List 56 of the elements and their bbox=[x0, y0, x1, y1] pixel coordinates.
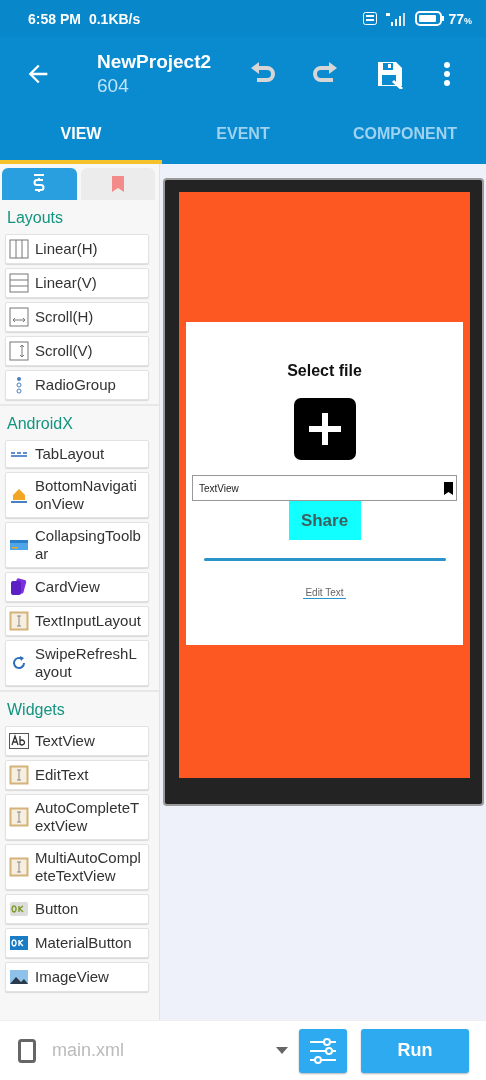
project-subtitle: 604 bbox=[97, 74, 130, 97]
section-heading: Layouts bbox=[6, 208, 65, 228]
image-icon bbox=[9, 967, 29, 987]
text-field-icon bbox=[9, 857, 29, 877]
status-time: 6:58 PM bbox=[28, 10, 81, 27]
palette-item[interactable]: CardView bbox=[5, 572, 149, 602]
columns-icon bbox=[9, 239, 29, 259]
project-title: NewProject2 bbox=[97, 50, 213, 73]
sliders-icon bbox=[308, 1036, 338, 1065]
palette-item[interactable]: Button bbox=[5, 894, 149, 924]
palette-item[interactable]: TextView bbox=[5, 726, 149, 756]
more-options-icon[interactable] bbox=[443, 60, 451, 87]
palette-item[interactable]: EditText bbox=[5, 760, 149, 790]
button-icon bbox=[9, 899, 29, 919]
palette-item[interactable]: CollapsingToolbar bbox=[5, 522, 149, 568]
palette-item[interactable]: RadioGroup bbox=[5, 370, 149, 400]
text-view-icon bbox=[9, 731, 29, 751]
bookmark-icon bbox=[444, 481, 453, 495]
settings-button[interactable] bbox=[299, 1028, 347, 1073]
rows-icon bbox=[9, 273, 29, 293]
palette-item[interactable]: TextInputLayout bbox=[5, 606, 149, 636]
palette-item[interactable]: BottomNavigationView bbox=[5, 472, 149, 518]
text-field-icon bbox=[9, 765, 29, 785]
screen-title: Select file bbox=[287, 362, 362, 380]
battery-level: 77% bbox=[448, 10, 472, 27]
text-field-icon bbox=[9, 807, 29, 827]
palette-item[interactable]: Scroll(H) bbox=[5, 302, 149, 332]
network-speed: 0.1KB/s bbox=[88, 10, 141, 27]
text-field-icon bbox=[9, 611, 29, 631]
tab-icon bbox=[10, 450, 28, 458]
palette-item[interactable]: TabLayout bbox=[5, 440, 149, 468]
horizontal-scroll-icon bbox=[9, 307, 29, 327]
section-heading: Widgets bbox=[6, 700, 66, 720]
section-heading: AndroidX bbox=[6, 414, 74, 434]
palette-item[interactable]: MultiAutoCompleteTextView bbox=[5, 844, 149, 890]
palette-item[interactable]: Linear(H) bbox=[5, 234, 149, 264]
bookmark-icon bbox=[111, 176, 124, 192]
battery-icon bbox=[415, 11, 446, 26]
palette-tab[interactable] bbox=[2, 168, 77, 200]
share-button[interactable]: Share bbox=[288, 501, 361, 540]
signal-icon bbox=[385, 11, 408, 26]
cards-icon bbox=[9, 577, 29, 597]
dropdown-caret-icon[interactable] bbox=[276, 1047, 288, 1054]
palette-item[interactable]: ImageView bbox=[5, 962, 149, 992]
edit-text-field[interactable]: Edit Text bbox=[303, 587, 346, 599]
palette-item[interactable]: AutoCompleteTextView bbox=[5, 794, 149, 840]
text-view-label: TextView bbox=[199, 482, 239, 494]
vertical-scroll-icon bbox=[9, 341, 29, 361]
button-icon bbox=[9, 933, 29, 953]
palette-item[interactable]: MaterialButton bbox=[5, 928, 149, 958]
palette-item[interactable]: Linear(V) bbox=[5, 268, 149, 298]
palette-item[interactable]: Scroll(V) bbox=[5, 336, 149, 366]
add-icon[interactable] bbox=[293, 398, 356, 460]
palette-item[interactable]: SwipeRefreshLayout bbox=[5, 640, 149, 686]
palette-tab[interactable] bbox=[80, 168, 155, 200]
phone-icon bbox=[18, 1038, 36, 1063]
